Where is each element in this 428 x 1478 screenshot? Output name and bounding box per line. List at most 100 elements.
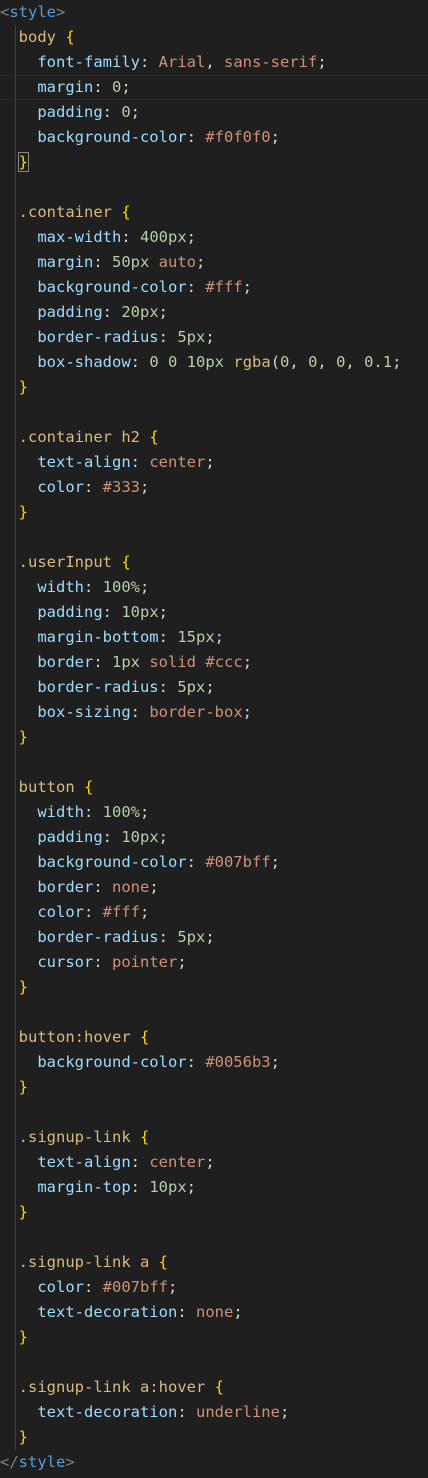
close-brace: } [18,1203,29,1221]
css-value-token: 50px [112,253,150,271]
css-value-token [196,653,205,671]
code-line-selector[interactable]: body { [0,25,428,50]
css-property: padding [37,103,103,121]
semicolon: ; [140,803,150,821]
code-line-selector[interactable]: .signup-link a { [0,1250,428,1275]
open-brace: { [158,1253,169,1271]
code-line-declaration[interactable]: color: #007bff; [0,1275,428,1300]
code-line-selector[interactable]: .container { [0,200,428,225]
code-editor[interactable]: <style> body { font-family: Arial, sans-… [0,0,428,1478]
code-line-declaration[interactable]: text-decoration: underline; [0,1400,428,1425]
colon: : [93,253,112,271]
code-line-declaration[interactable]: margin: 0; [0,75,428,100]
css-value-token: , [317,353,337,371]
semicolon: ; [233,1303,243,1321]
css-property: color [37,478,84,496]
code-line-blank[interactable] [0,750,428,775]
code-line-declaration[interactable]: max-width: 400px; [0,225,428,250]
code-line-declaration[interactable]: background-color: #fff; [0,275,428,300]
code-line-declaration[interactable]: margin-top: 10px; [0,1175,428,1200]
code-line-declaration[interactable]: cursor: pointer; [0,950,428,975]
css-selector: .container [18,203,112,221]
code-line-open-tag[interactable]: <style> [0,0,428,25]
code-line-declaration[interactable]: margin: 50px auto; [0,250,428,275]
code-line-selector[interactable]: button:hover { [0,1025,428,1050]
css-property: max-width [37,228,122,246]
colon: : [93,878,112,896]
colon: : [139,53,159,71]
tag-bracket: </ [0,1453,19,1471]
code-line-selector[interactable]: .signup-link { [0,1125,428,1150]
semicolon: ; [205,678,215,696]
code-line-declaration[interactable]: text-decoration: none; [0,1300,428,1325]
css-value-token: 0 [112,78,122,96]
code-line-declaration[interactable]: color: #333; [0,475,428,500]
code-line-blank[interactable] [0,175,428,200]
css-value-token: center [149,453,206,471]
code-line-close-brace[interactable]: } [0,975,428,1000]
code-line-declaration[interactable]: border-radius: 5px; [0,325,428,350]
code-line-declaration[interactable]: padding: 0; [0,100,428,125]
code-line-blank[interactable] [0,1225,428,1250]
tag-name: style [18,1453,66,1471]
css-property: padding [37,603,103,621]
colon: : [121,228,140,246]
code-line-declaration[interactable]: text-align: center; [0,1150,428,1175]
code-line-close-brace[interactable]: } [0,1325,428,1350]
code-line-close-tag[interactable]: </style> [0,1450,428,1475]
code-line-declaration[interactable]: text-align: center; [0,450,428,475]
css-property: border-radius [37,678,159,696]
code-line-close-brace[interactable]: } [0,150,428,175]
code-line-declaration[interactable]: border-radius: 5px; [0,925,428,950]
css-value-token: , [345,353,365,371]
css-value-token: none [195,1303,234,1321]
css-property: background-color [37,853,187,871]
code-line-selector[interactable]: .container h2 { [0,425,428,450]
semicolon: ; [270,1053,280,1071]
css-value-token: #007bff [102,1278,168,1296]
code-line-declaration[interactable]: padding: 10px; [0,600,428,625]
code-line-selector[interactable]: .signup-link a:hover { [0,1375,428,1400]
code-line-declaration[interactable]: box-shadow: 0 0 10px rgba(0, 0, 0, 0.1; [0,350,428,375]
css-value-token: #ccc [205,653,243,671]
css-value-token: #fff [102,903,140,921]
colon: : [93,953,112,971]
code-line-declaration[interactable]: border: 1px solid #ccc; [0,650,428,675]
code-line-declaration[interactable]: width: 100%; [0,575,428,600]
code-line-close-brace[interactable]: } [0,1425,428,1450]
css-value-token: , [205,53,224,71]
css-value-token: , [289,353,309,371]
code-line-blank[interactable] [0,1000,428,1025]
code-line-declaration[interactable]: padding: 10px; [0,825,428,850]
code-line-close-brace[interactable]: } [0,375,428,400]
open-brace: { [140,1128,150,1146]
code-line-close-brace[interactable]: } [0,500,428,525]
code-line-close-brace[interactable]: } [0,725,428,750]
code-line-close-brace[interactable]: } [0,1075,428,1100]
code-line-declaration[interactable]: border: none; [0,875,428,900]
css-value-token: #0056b3 [205,1053,271,1071]
code-line-declaration[interactable]: color: #fff; [0,900,428,925]
code-line-declaration[interactable]: background-color: #007bff; [0,850,428,875]
colon: : [130,353,150,371]
code-line-declaration[interactable]: font-family: Arial, sans-serif; [0,50,428,75]
code-line-declaration[interactable]: padding: 20px; [0,300,428,325]
code-line-declaration[interactable]: margin-bottom: 15px; [0,625,428,650]
code-line-selector[interactable]: button { [0,775,428,800]
css-value-token: #f0f0f0 [205,128,271,146]
css-value-token: 0 [149,353,159,371]
code-line-declaration[interactable]: border-radius: 5px; [0,675,428,700]
colon: : [93,78,112,96]
code-line-blank[interactable] [0,1100,428,1125]
code-line-blank[interactable] [0,400,428,425]
close-brace: } [18,728,29,746]
code-line-declaration[interactable]: box-sizing: border-box; [0,700,428,725]
code-line-declaration[interactable]: background-color: #f0f0f0; [0,125,428,150]
code-line-selector[interactable]: .userInput { [0,550,428,575]
code-line-close-brace[interactable]: } [0,1200,428,1225]
code-line-blank[interactable] [0,1350,428,1375]
colon: : [84,903,103,921]
code-line-blank[interactable] [0,525,428,550]
code-line-declaration[interactable]: background-color: #0056b3; [0,1050,428,1075]
code-line-declaration[interactable]: width: 100%; [0,800,428,825]
